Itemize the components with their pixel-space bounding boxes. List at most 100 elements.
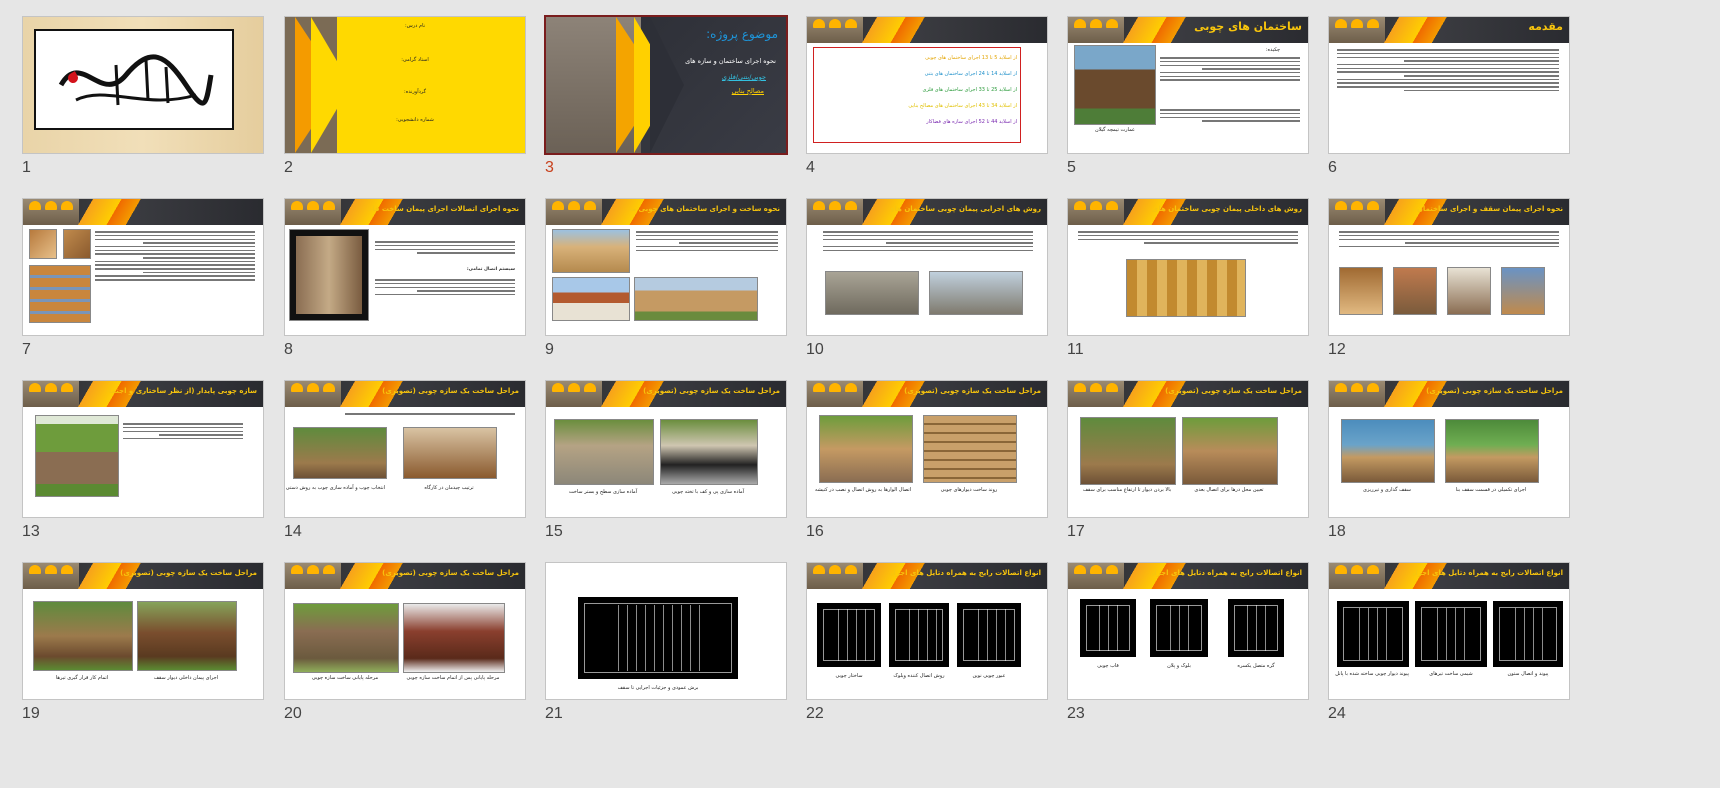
slide-thumbnail-24[interactable]: انواع اتصالات رایج به همراه دتایل های اج… bbox=[1328, 562, 1570, 742]
slide-thumbnail-6[interactable]: مقدمه 6 bbox=[1328, 16, 1570, 196]
construction-photo bbox=[825, 271, 919, 315]
helmet-icon bbox=[552, 383, 564, 392]
slide-thumbnail-5[interactable]: ساختمان های چوبی عمارت تیمچه گیلان چکیده: 5 bbox=[1067, 16, 1309, 196]
helmet-icon bbox=[829, 565, 841, 574]
slide-thumbnail-9[interactable]: نحوه ساخت و اجرای ساختمان های چوبی مقاوم… bbox=[545, 198, 787, 378]
helmet-icon bbox=[1335, 383, 1347, 392]
slide-preview[interactable]: انواع اتصالات رایج به همراه دتایل های اج… bbox=[1067, 562, 1309, 700]
slide-thumbnail-19[interactable]: مراحل ساخت یک سازه چوبی (تصویری) اتمام کا… bbox=[22, 562, 264, 742]
slide-number: 1 bbox=[22, 159, 31, 176]
text-line bbox=[95, 268, 255, 270]
text-line bbox=[95, 245, 255, 248]
slide-preview[interactable]: مراحل ساخت یک سازه چوبی (تصویری) آماده سا… bbox=[545, 380, 787, 518]
slide-preview[interactable]: نحوه ساخت و اجرای ساختمان های چوبی مقاوم… bbox=[545, 198, 787, 336]
beam-photo bbox=[1393, 267, 1437, 315]
image-caption: اتصال الوارها به روش اتصال و نصب در کنیش… bbox=[815, 487, 911, 493]
slide-preview[interactable]: مقدمه bbox=[1328, 16, 1570, 154]
slide-thumbnail-4[interactable]: از اسلاید 5 تا 13 اجرای ساختمان های چوبی… bbox=[806, 16, 1048, 196]
slide-thumbnail-8[interactable]: نحوه اجرای اتصالات اجرای پیمان ساخت قاب … bbox=[284, 198, 526, 378]
slide-thumbnail-20[interactable]: مراحل ساخت یک سازه چوبی (تصویری) مرحله پا… bbox=[284, 562, 526, 742]
slide-preview[interactable]: نحوه اجرای پیمان سقف و اجرای ساختمان های… bbox=[1328, 198, 1570, 336]
text-line bbox=[1337, 49, 1559, 51]
helmet-icon bbox=[61, 383, 73, 392]
slide-thumbnail-23[interactable]: انواع اتصالات رایج به همراه دتایل های اج… bbox=[1067, 562, 1309, 742]
slide-thumbnail-21[interactable]: برش عمودی و جزئیات اجرایی تا سقف 21 bbox=[545, 562, 787, 742]
image-caption: بالا بردن دیوار تا ارتفاع مناسب برای سقف bbox=[1082, 487, 1172, 493]
cad-drawing bbox=[1337, 601, 1409, 667]
slide-preview[interactable]: مراحل ساخت یک سازه چوبی (تصویری) بالا برد… bbox=[1067, 380, 1309, 518]
workers-photo bbox=[546, 381, 602, 407]
slide-thumbnail-10[interactable]: روش های اجرایی پیمان چوبی ساختمان های چو… bbox=[806, 198, 1048, 378]
body-text-lines bbox=[123, 421, 243, 442]
slide-preview[interactable]: مراحل ساخت یک سازه چوبی (تصویری) انتخاب چ… bbox=[284, 380, 526, 518]
workers-photo bbox=[1329, 199, 1385, 225]
text-line bbox=[823, 234, 1033, 237]
construction-photo bbox=[293, 427, 387, 479]
helmet-icon bbox=[1351, 383, 1363, 392]
slide-preview[interactable]: انواع اتصالات رایج به همراه دتایل های اج… bbox=[806, 562, 1048, 700]
slide-preview[interactable]: نحوه اجرای اتصالات اجرای پیمان ساخت قاب … bbox=[284, 198, 526, 336]
text-line bbox=[375, 279, 515, 281]
slide-thumbnail-7[interactable]: 7 bbox=[22, 198, 264, 378]
slide-preview[interactable]: از اسلاید 5 تا 13 اجرای ساختمان های چوبی… bbox=[806, 16, 1048, 154]
slide-thumbnail-12[interactable]: نحوه اجرای پیمان سقف و اجرای ساختمان های… bbox=[1328, 198, 1570, 378]
log-wall-photo bbox=[1080, 417, 1176, 485]
cad-drawing bbox=[817, 603, 881, 667]
helmet-icon bbox=[61, 565, 73, 574]
title-field: شماره دانشجویی: bbox=[396, 117, 434, 123]
slide-number: 14 bbox=[284, 523, 302, 540]
slide-thumbnail-3[interactable]: موضوع پروژه: نحوه اجرای ساختمان و سازه ها… bbox=[544, 15, 788, 196]
image-caption: پیوند دیوار چوبی ساخته شده با پانل bbox=[1335, 671, 1409, 677]
slide-preview[interactable]: موضوع پروژه: نحوه اجرای ساختمان و سازه ها… bbox=[544, 15, 788, 155]
slide-preview[interactable] bbox=[22, 198, 264, 336]
slide-preview[interactable]: برش عمودی و جزئیات اجرایی تا سقف bbox=[545, 562, 787, 700]
slide-thumbnail-18[interactable]: مراحل ساخت یک سازه چوبی (تصویری) سقف گذار… bbox=[1328, 380, 1570, 560]
log-house-photo bbox=[137, 601, 237, 671]
slide-title: مراحل ساخت یک سازه چوبی (تصویری) bbox=[904, 387, 1041, 395]
text-line bbox=[1160, 60, 1300, 63]
slide-preview[interactable] bbox=[22, 16, 264, 154]
slide-title: انواع اتصالات رایج به همراه دتایل های اج… bbox=[1413, 569, 1563, 577]
helmet-icon bbox=[1090, 383, 1102, 392]
slide-preview[interactable]: روش های اجرایی پیمان چوبی ساختمان های چو… bbox=[806, 198, 1048, 336]
slide-preview[interactable]: مراحل ساخت یک سازه چوبی (تصویری) اتصال ال… bbox=[806, 380, 1048, 518]
workers-photo bbox=[23, 199, 79, 225]
slide-preview[interactable]: ساختمان های چوبی عمارت تیمچه گیلان چکیده: bbox=[1067, 16, 1309, 154]
slide-thumbnail-14[interactable]: مراحل ساخت یک سازه چوبی (تصویری) انتخاب چ… bbox=[284, 380, 526, 560]
text-line bbox=[678, 242, 778, 244]
slide-thumbnail-13[interactable]: سازه چوبی پایدار (از نظر ساختاری و اجتما… bbox=[22, 380, 264, 560]
slide-thumbnail-2[interactable]: نام درس: استاد گرامی: گردآورنده: شماره دانش… bbox=[284, 16, 526, 196]
slide-preview[interactable]: نام درس: استاد گرامی: گردآورنده: شماره دانش… bbox=[284, 16, 526, 154]
slide-preview[interactable]: روش های داخلی پیمان چوبی ساختمان های چوب… bbox=[1067, 198, 1309, 336]
yellow-chevron bbox=[311, 17, 351, 153]
slide-preview[interactable]: مراحل ساخت یک سازه چوبی (تصویری) اتمام کا… bbox=[22, 562, 264, 700]
slide-header-band: نحوه اجرای اتصالات اجرای پیمان ساخت قاب … bbox=[285, 199, 525, 225]
helmet-icon bbox=[1074, 383, 1086, 392]
header-stripe bbox=[1411, 17, 1451, 43]
wood-diagram bbox=[29, 229, 57, 259]
text-line bbox=[375, 248, 515, 251]
slide-preview[interactable]: انواع اتصالات رایج به همراه دتایل های اج… bbox=[1328, 562, 1570, 700]
slide-thumbnail-11[interactable]: روش های داخلی پیمان چوبی ساختمان های چوب… bbox=[1067, 198, 1309, 378]
slide-thumbnail-16[interactable]: مراحل ساخت یک سازه چوبی (تصویری) اتصال ال… bbox=[806, 380, 1048, 560]
text-line bbox=[1403, 89, 1559, 92]
text-line bbox=[1160, 71, 1300, 74]
slide-preview[interactable]: مراحل ساخت یک سازه چوبی (تصویری) مرحله پا… bbox=[284, 562, 526, 700]
slide-thumbnail-1[interactable]: 1 bbox=[22, 16, 264, 196]
slide-preview[interactable]: مراحل ساخت یک سازه چوبی (تصویری) سقف گذار… bbox=[1328, 380, 1570, 518]
worker-photo bbox=[1182, 417, 1278, 485]
helmet-icon bbox=[1367, 19, 1379, 28]
cad-drawing bbox=[1415, 601, 1487, 667]
image-caption: انتخاب چوب و آماده سازی چوب به روش دستی … bbox=[285, 485, 385, 491]
slide-thumbnail-17[interactable]: مراحل ساخت یک سازه چوبی (تصویری) بالا برد… bbox=[1067, 380, 1309, 560]
abstract-label: چکیده: bbox=[1265, 47, 1281, 53]
helmet-icon bbox=[1335, 201, 1347, 210]
slide-title: مراحل ساخت یک سازه چوبی (تصویری) bbox=[120, 569, 257, 577]
title-field: استاد گرامی: bbox=[401, 57, 429, 63]
slide-preview[interactable]: سازه چوبی پایدار (از نظر ساختاری و اجتما… bbox=[22, 380, 264, 518]
body-text-lines bbox=[823, 229, 1033, 253]
helmet-icon bbox=[813, 19, 825, 28]
text-line bbox=[143, 271, 255, 274]
slide-thumbnail-22[interactable]: انواع اتصالات رایج به همراه دتایل های اج… bbox=[806, 562, 1048, 742]
slide-thumbnail-15[interactable]: مراحل ساخت یک سازه چوبی (تصویری) آماده سا… bbox=[545, 380, 787, 560]
